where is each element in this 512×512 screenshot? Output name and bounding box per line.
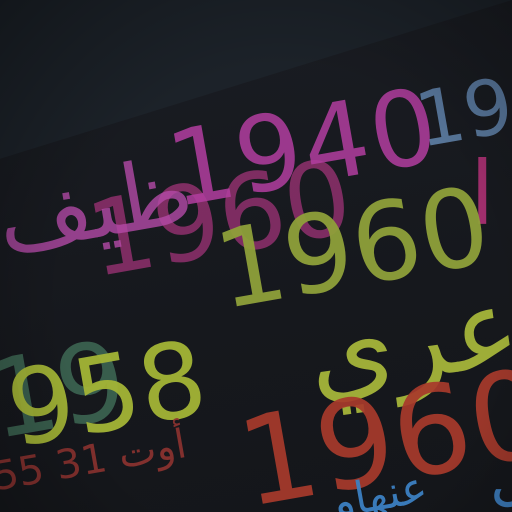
photo-scene: 1960 ظيف 1940 19 ا 1960 19 958 عري 1960 … [0, 0, 512, 512]
fragment-19-top: 19 [408, 60, 512, 165]
blue-letter-edge: ل [490, 443, 512, 512]
